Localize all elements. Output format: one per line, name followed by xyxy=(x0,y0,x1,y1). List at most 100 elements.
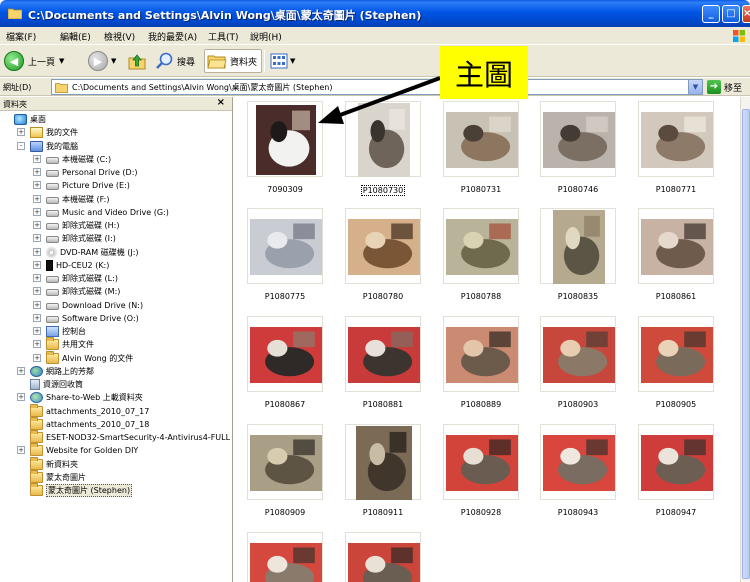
folders-button[interactable]: 資料夾 xyxy=(204,49,263,73)
tree-item[interactable]: Download Drive (N:) xyxy=(46,299,143,312)
tree-item[interactable]: Personal Drive (D:) xyxy=(46,166,138,179)
title-bar[interactable]: C:\Documents and Settings\Alvin Wong\桌面\… xyxy=(0,0,750,27)
expand-icon[interactable]: + xyxy=(17,393,25,402)
network-icon xyxy=(30,365,43,377)
tree-item[interactable]: 新資料夾 xyxy=(30,456,78,471)
tree-item[interactable]: 資源回收筒 xyxy=(30,378,83,391)
close-icon[interactable]: × xyxy=(217,97,225,108)
expand-icon[interactable]: + xyxy=(33,234,41,243)
folders-pane-header: 資料夾 × xyxy=(0,97,232,111)
expand-icon[interactable]: + xyxy=(33,221,41,229)
expand-icon[interactable]: + xyxy=(33,313,41,322)
expand-icon[interactable]: + xyxy=(33,327,41,335)
tree-item[interactable]: Picture Drive (E:) xyxy=(46,179,130,192)
search-button[interactable]: 搜尋 xyxy=(155,49,195,73)
expand-icon[interactable]: + xyxy=(17,366,25,375)
photo-image xyxy=(553,210,605,284)
address-dropdown-icon[interactable]: ▼ xyxy=(688,80,702,94)
tree-item[interactable]: 本機磁碟 (C:) xyxy=(46,153,111,166)
tree-item[interactable]: Alvin Wong 的文件 xyxy=(46,350,133,365)
tree-item[interactable]: 控制台 xyxy=(46,325,86,338)
forward-button[interactable]: ▶ ▼ xyxy=(88,49,116,73)
vertical-scrollbar[interactable] xyxy=(740,97,750,582)
minimize-button[interactable]: _ xyxy=(702,5,720,23)
file-name-label: P1080911 xyxy=(362,508,404,517)
thumbnail-view[interactable]: 7090309 P1080730 P1080731 P1080746 P1080771 P… xyxy=(234,97,740,582)
tree-item-label: Share-to-Web 上載資料夾 xyxy=(46,393,143,403)
menu-view[interactable]: 檢視(V) xyxy=(104,30,135,43)
expand-icon[interactable]: + xyxy=(17,128,25,137)
photo-image xyxy=(250,327,322,383)
photo-image xyxy=(356,426,412,500)
photo-image xyxy=(641,435,713,491)
expand-icon[interactable]: + xyxy=(33,353,41,362)
tree-item[interactable]: Music and Video Drive (G:) xyxy=(46,206,169,219)
go-button[interactable]: ➔ 移至 xyxy=(707,80,742,94)
tree-item[interactable]: attachments_2010_07_17 xyxy=(30,403,149,418)
expand-icon[interactable]: + xyxy=(33,154,41,163)
tree-item-label: DVD-RAM 磁碟機 (J:) xyxy=(60,247,139,257)
back-button[interactable]: ◀ 上一頁 ▼ xyxy=(4,49,64,73)
expand-icon[interactable]: + xyxy=(33,287,41,296)
menu-file[interactable]: 檔案(F) xyxy=(6,30,36,43)
tree-item[interactable]: 共用文件 xyxy=(46,337,94,351)
tree-item[interactable]: HD-CEU2 (K:) xyxy=(46,259,109,272)
tree-item[interactable]: Website for Golden DIY xyxy=(30,443,138,457)
scrollbar-thumb[interactable] xyxy=(742,109,750,579)
tree-item[interactable]: 卸除式磁碟 (H:) xyxy=(46,219,120,232)
expand-icon[interactable]: + xyxy=(33,207,41,216)
tree-item-label: 新資料夾 xyxy=(46,459,78,469)
expand-icon[interactable]: + xyxy=(33,247,41,256)
expand-icon[interactable]: + xyxy=(33,181,41,190)
tree-item[interactable]: 我的文件 xyxy=(30,126,78,139)
views-button[interactable]: ▼ xyxy=(270,49,295,73)
tree-item[interactable]: 本機磁碟 (F:) xyxy=(46,193,109,206)
photo-image xyxy=(348,327,420,383)
expand-icon[interactable]: + xyxy=(33,168,41,176)
folder-icon xyxy=(30,416,43,430)
tree-item[interactable]: 蒙太奇圖片 xyxy=(30,469,86,484)
tree-item[interactable]: ESET-NOD32-SmartSecurity-4-Antivirus4-FU… xyxy=(30,430,230,444)
tree-item[interactable]: 網路上的芳鄰 xyxy=(30,365,94,378)
tree-item-label: 本機磁碟 (C:) xyxy=(62,154,112,164)
menu-favorites[interactable]: 我的最愛(A) xyxy=(148,30,197,43)
maximize-button[interactable]: □ xyxy=(722,5,740,23)
expand-icon[interactable]: + xyxy=(17,446,25,455)
collapse-icon[interactable]: - xyxy=(17,141,25,150)
close-button[interactable]: × xyxy=(742,5,750,23)
photo-image xyxy=(641,219,713,275)
tree-item-label: Download Drive (N:) xyxy=(62,300,144,310)
tree-item[interactable]: 卸除式磁碟 (M:) xyxy=(46,285,120,298)
photo-image xyxy=(250,435,322,491)
photo-image xyxy=(543,327,615,383)
expand-icon[interactable]: + xyxy=(33,300,41,309)
menu-help[interactable]: 說明(H) xyxy=(250,30,282,43)
address-input[interactable]: C:\Documents and Settings\Alvin Wong\桌面\… xyxy=(51,79,703,95)
tree-item[interactable]: DVD-RAM 磁碟機 (J:) xyxy=(46,246,139,259)
photo-image xyxy=(641,327,713,383)
tree-item[interactable]: 蒙太奇圖片 (Stephen) xyxy=(30,483,133,497)
tree-item[interactable]: 我的電腦 xyxy=(30,140,78,153)
photo-image xyxy=(348,219,420,275)
tree-item[interactable]: attachments_2010_07_18 xyxy=(30,416,149,431)
tree-item[interactable]: 卸除式磁碟 (I:) xyxy=(46,232,116,245)
folder-icon xyxy=(46,350,59,364)
folders-pane-title: 資料夾 xyxy=(3,100,27,109)
menu-edit[interactable]: 編輯(E) xyxy=(60,30,91,43)
tree-item[interactable]: 卸除式磁碟 (L:) xyxy=(46,272,118,285)
up-folder-button[interactable] xyxy=(127,49,147,73)
expand-icon[interactable]: + xyxy=(33,340,41,349)
expand-icon[interactable]: + xyxy=(33,274,41,282)
tree-item[interactable]: Share-to-Web 上載資料夾 xyxy=(30,391,143,404)
tree-item[interactable]: 桌面 xyxy=(14,113,46,126)
expand-icon[interactable]: + xyxy=(33,260,41,269)
folders-pane[interactable]: 資料夾 × 桌面 + 我的文件 - 我的電腦 + 本機磁碟 (C:) + Personal Dr… xyxy=(0,97,233,582)
tree-item[interactable]: Software Drive (O:) xyxy=(46,312,139,325)
folder-icon xyxy=(30,483,43,496)
menu-tools[interactable]: 工具(T) xyxy=(208,30,239,43)
file-name-label: P1080881 xyxy=(362,400,404,409)
drive-icon xyxy=(46,209,59,217)
file-name-label: P1080788 xyxy=(460,292,502,301)
tree-item-label: Picture Drive (E:) xyxy=(62,181,130,191)
expand-icon[interactable]: + xyxy=(33,194,41,203)
